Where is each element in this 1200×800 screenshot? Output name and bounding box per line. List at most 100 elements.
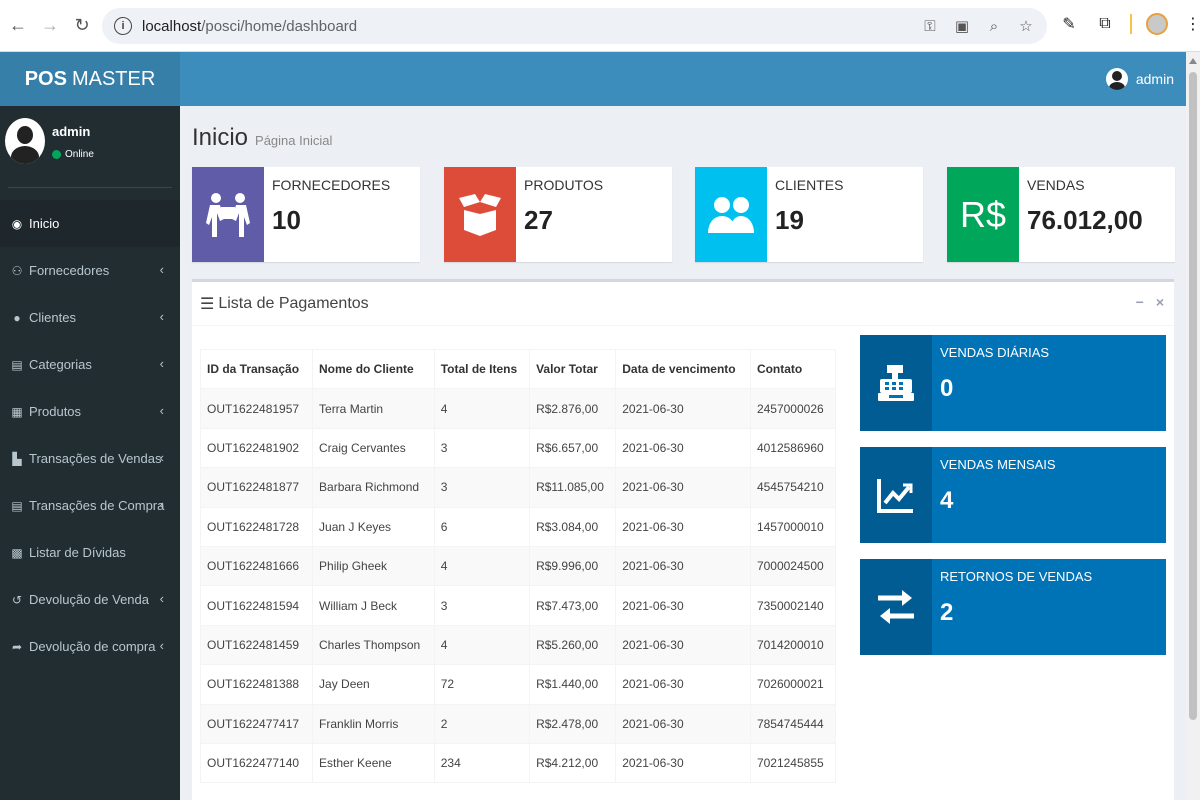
sidebar-item-label: Produtos [29,404,82,419]
table-cell: 3 [433,585,531,626]
column-header[interactable]: Total de Itens [433,348,531,390]
back-button[interactable]: ← [2,10,34,42]
info-box-fornecedores: FORNECEDORES 10 [192,167,420,262]
translate-icon[interactable]: ▣ [951,15,973,37]
stat-box-vendas-diarias: VENDAS DIÁRIAS 0 [860,335,1166,431]
bookmark-star-icon[interactable]: ☆ [1015,15,1037,37]
reload-button[interactable]: ↻ [66,10,98,42]
sidebar-item-transa-es-de-compra[interactable]: ▤ Transações de Compra ‹ [0,482,180,529]
scroll-up-arrow-icon[interactable] [1189,58,1197,64]
table-cell: R$3.084,00 [529,506,617,547]
payments-table: ID da Transação Nome do Cliente Total de I… [199,348,837,784]
users-icon: ● [13,310,21,325]
currency-icon: R$ [947,167,1019,262]
table-cell: OUT1622481957 [199,388,314,429]
column-header[interactable]: Contato [749,348,837,390]
info-box-label: CLIENTES [775,177,844,193]
table-cell: 7014200010 [749,624,837,666]
table-cell: 3 [433,427,531,469]
online-dot-icon [52,150,61,159]
table-cell: 7026000021 [749,664,837,705]
extensions-puzzle-icon[interactable]: ⧉ [1094,12,1116,36]
table-cell: 2021-06-30 [615,703,751,744]
table-cell: 2021-06-30 [615,624,751,666]
column-header[interactable]: Data de vencimento [615,348,751,390]
table-cell: 4012586960 [749,427,837,469]
table-row: OUT1622477417 Franklin Morris 2 R$2.478,00 2… [199,703,837,744]
table-cell: OUT1622481902 [199,427,314,469]
info-box-value: 19 [775,205,804,235]
column-header[interactable]: ID da Transação [199,348,314,390]
page-title: Inicio [192,124,249,151]
content-header: Inicio Página Inicial [192,124,332,152]
table-cell: R$11.085,00 [529,467,617,508]
close-button[interactable]: × [1156,294,1164,310]
sidebar-item-categorias[interactable]: ▤ Categorias ‹ [0,341,180,388]
table-cell: 2021-06-30 [615,467,751,508]
page-scrollbar[interactable] [1186,52,1200,800]
app-logo[interactable]: POS MASTER [0,52,180,106]
table-row: OUT1622481957 Terra Martin 4 R$2.876,00 2021… [199,388,837,429]
table-cell: R$2.478,00 [529,703,617,744]
list-icon: ☰ [200,295,215,313]
browser-menu-icon[interactable]: ⋮ [1182,12,1200,36]
sidebar-item-clientes[interactable]: ● Clientes ‹ [0,294,180,341]
users-icon [695,167,767,262]
table-cell: 2 [433,703,531,744]
money-icon: ▩ [11,545,23,560]
collapse-button[interactable]: − [1136,294,1144,310]
sidebar-item-fornecedores[interactable]: ⚇ Fornecedores ‹ [0,247,180,294]
table-cell: 72 [433,664,531,705]
sidebar-item-label: Transações de Vendas [29,451,162,466]
sidebar-item-devolu-o-de-compra[interactable]: ➦ Devolução de compra ‹ [0,623,180,670]
table-cell: 7854745444 [749,703,837,744]
browser-toolbar: ← → ↻ i localhost/posci/home/dashboard ⚿… [0,0,1200,52]
sidebar-item-listar-de-d-vidas[interactable]: ▩ Listar de Dívidas [0,529,180,576]
sidebar-item-devolu-o-de-venda[interactable]: ↺ Devolução de Venda ‹ [0,576,180,623]
forward-button[interactable]: → [34,10,66,42]
user-menu[interactable]: admin [1105,68,1174,90]
stat-box-label: VENDAS MENSAIS [940,457,1056,472]
eyedropper-icon[interactable]: ✎ [1058,12,1080,36]
table-cell: R$4.212,00 [529,742,617,784]
table-cell: R$1.440,00 [529,664,617,705]
user-panel: admin Online [5,106,172,188]
table-cell: 4 [433,624,531,666]
table-cell: R$2.876,00 [529,388,617,429]
address-bar[interactable]: i localhost/posci/home/dashboard ⚿ ▣ ⌕ ☆ [102,8,1047,44]
table-cell: OUT1622481877 [199,467,314,508]
sidebar-item-label: Devolução de compra [29,639,156,654]
scroll-thumb[interactable] [1189,72,1197,720]
table-cell: OUT1622477140 [199,742,314,784]
info-box-value: 10 [272,205,301,235]
header-username: admin [1135,71,1174,87]
url-text: localhost/posci/home/dashboard [142,17,358,35]
table-cell: Barbara Richmond [312,467,435,508]
sidebar-item-produtos[interactable]: ▦ Produtos ‹ [0,388,180,435]
password-key-icon[interactable]: ⚿ [919,15,941,37]
site-info-icon[interactable]: i [114,17,132,35]
sidebar-item-label: Categorias [29,357,92,372]
sidebar-item-label: Devolução de Venda [29,592,149,607]
list-icon: ▤ [11,357,23,372]
toolbar-divider [1130,14,1132,34]
stat-box-value: 0 [940,375,954,402]
column-header[interactable]: Valor Totar [529,348,617,390]
table-cell: 7021245855 [749,742,837,784]
sidebar-item-inicio[interactable]: ◉ Inicio [0,200,180,247]
table-row: OUT1622481902 Craig Cervantes 3 R$6.657,00 2… [199,427,837,469]
chart-area-icon [860,447,932,543]
cash-register-icon [860,335,932,431]
chevron-left-icon: ‹ [159,356,164,371]
sidebar-item-transa-es-de-vendas[interactable]: ▙ Transações de Vendas ‹ [0,435,180,482]
profile-avatar[interactable] [1146,13,1168,35]
receipt-icon: ▤ [11,498,23,513]
table-cell: William J Beck [312,585,435,626]
table-cell: 2021-06-30 [615,545,751,587]
table-row: OUT1622481594 William J Beck 3 R$7.473,00 20… [199,585,837,626]
column-header[interactable]: Nome do Cliente [312,348,435,390]
zoom-icon[interactable]: ⌕ [983,15,1005,37]
chevron-left-icon: ‹ [159,638,164,653]
sidebar-username: admin [52,124,91,139]
table-cell: R$6.657,00 [529,427,617,469]
